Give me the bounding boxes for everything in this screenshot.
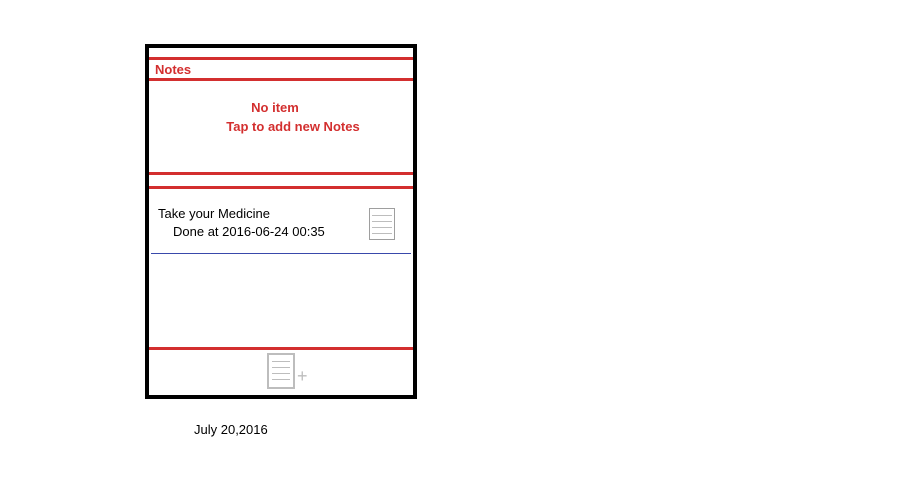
plus-icon: + bbox=[297, 366, 308, 386]
list-item-title: Take your Medicine bbox=[158, 206, 270, 221]
add-note-icon bbox=[267, 353, 295, 389]
list-item-status: Done at 2016-06-24 00:35 bbox=[173, 224, 325, 239]
page-title: Notes bbox=[155, 62, 192, 77]
header-top-divider bbox=[149, 57, 413, 60]
empty-state-hint[interactable]: Tap to add new Notes bbox=[149, 117, 413, 136]
list-item-divider bbox=[151, 253, 411, 254]
note-icon[interactable] bbox=[369, 208, 395, 240]
add-note-button[interactable]: + bbox=[267, 353, 311, 391]
section-divider-bottom bbox=[149, 186, 413, 189]
empty-state-title: No item bbox=[251, 100, 299, 115]
date-caption: July 20,2016 bbox=[194, 422, 268, 437]
header-bottom-divider bbox=[149, 78, 413, 81]
phone-frame: Notes No item Tap to add new Notes Take … bbox=[145, 44, 417, 399]
footer-divider bbox=[149, 347, 413, 350]
section-divider-top bbox=[149, 172, 413, 175]
